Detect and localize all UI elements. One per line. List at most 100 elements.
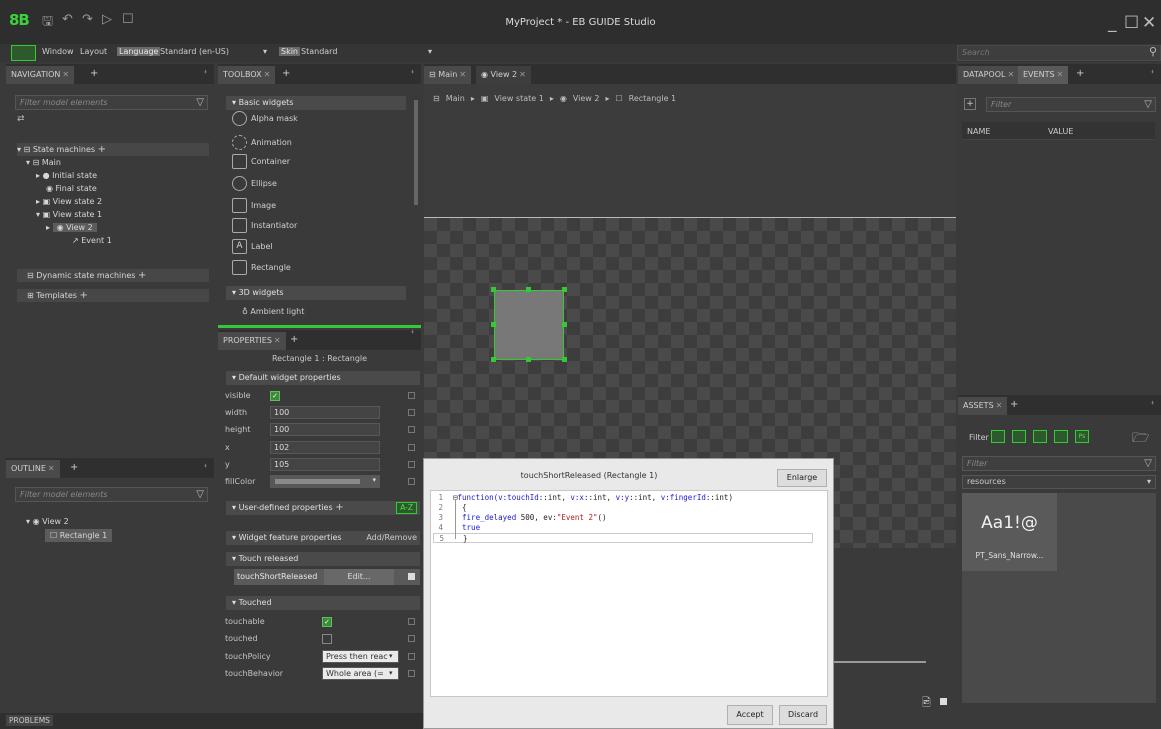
discard-button[interactable]: Discard bbox=[779, 705, 827, 725]
binding-checkbox[interactable] bbox=[408, 573, 415, 580]
toolbox-image[interactable]: Image bbox=[232, 196, 276, 216]
resize-handle[interactable] bbox=[562, 322, 567, 327]
filter-icon[interactable]: ▽ bbox=[196, 96, 204, 109]
column-value[interactable]: VALUE bbox=[1048, 127, 1073, 136]
tab-toolbox[interactable]: TOOLBOX ✕ bbox=[218, 66, 276, 84]
tree-view-2[interactable]: ▸ ◉ View 2 bbox=[46, 221, 97, 234]
tab-events[interactable]: EVENTS ✕ bbox=[1018, 66, 1069, 84]
navigation-filter-input[interactable]: Filter model elements ▽ bbox=[15, 95, 208, 110]
breadcrumb-main[interactable]: Main bbox=[446, 94, 465, 103]
filter-icon[interactable]: ▽ bbox=[1144, 98, 1152, 111]
expand-icon[interactable]: ▾ bbox=[17, 145, 21, 154]
section-widget-feature[interactable]: ▾ Widget feature properties Add/Remove bbox=[226, 531, 420, 545]
fillcolor-picker[interactable]: ▾ bbox=[270, 475, 380, 488]
tab-navigation[interactable]: NAVIGATION ✕ bbox=[6, 66, 75, 84]
toolbox-ellipse[interactable]: Ellipse bbox=[232, 174, 277, 194]
close-icon[interactable]: ✕ bbox=[274, 336, 281, 345]
breadcrumb-view-2[interactable]: View 2 bbox=[573, 94, 600, 103]
chevron-down-icon[interactable]: ▾ bbox=[1147, 476, 1151, 488]
binding-checkbox[interactable] bbox=[408, 392, 415, 399]
resize-handle[interactable] bbox=[562, 357, 567, 362]
binding-checkbox[interactable] bbox=[408, 635, 415, 642]
sync-icon[interactable]: ⇄ bbox=[17, 114, 25, 124]
tree-dynamic-state-machines[interactable]: ⊟ Dynamic state machines + bbox=[17, 269, 209, 282]
filter-font-button[interactable] bbox=[1012, 430, 1026, 443]
project-menu-button[interactable] bbox=[11, 45, 36, 61]
section-touched[interactable]: ▾ Touched bbox=[226, 596, 420, 610]
stop-square-icon[interactable] bbox=[940, 698, 947, 705]
resize-handle[interactable] bbox=[491, 357, 496, 362]
window-menu[interactable]: Window bbox=[42, 47, 74, 56]
close-icon[interactable]: ✕ bbox=[264, 70, 271, 79]
binding-checkbox[interactable] bbox=[408, 444, 415, 451]
binding-checkbox[interactable] bbox=[408, 461, 415, 468]
outline-filter-input[interactable]: Filter model elements ▽ bbox=[15, 487, 208, 502]
tree-event-1[interactable]: ↗ Event 1 bbox=[72, 234, 112, 247]
pin-icon[interactable]: ⍖ bbox=[1150, 398, 1155, 408]
add-tab-icon[interactable]: + bbox=[90, 68, 98, 79]
add-tab-icon[interactable]: + bbox=[70, 462, 78, 473]
filter-mesh-button[interactable] bbox=[1033, 430, 1047, 443]
height-input[interactable]: 100 bbox=[270, 423, 380, 436]
close-icon[interactable]: ✕ bbox=[1142, 13, 1156, 33]
toolbox-basic-widgets[interactable]: ▾ Basic widgets bbox=[226, 96, 406, 110]
touch-policy-select[interactable]: Press then reac bbox=[322, 650, 399, 663]
tab-outline[interactable]: OUTLINE ✕ bbox=[6, 460, 60, 478]
resize-handle[interactable] bbox=[491, 322, 496, 327]
close-icon[interactable]: ✕ bbox=[459, 70, 466, 79]
accept-button[interactable]: Accept bbox=[727, 705, 773, 725]
section-user-defined[interactable]: ▾ User-defined properties + A-Z bbox=[226, 501, 420, 515]
filter-shader-button[interactable] bbox=[1054, 430, 1068, 443]
tab-main[interactable]: ⊟ Main ✕ bbox=[424, 66, 472, 84]
toolbox-label[interactable]: A Label bbox=[232, 237, 273, 257]
close-icon[interactable]: ✕ bbox=[48, 464, 55, 473]
language-select[interactable]: Standard (en-US) bbox=[160, 47, 229, 56]
add-tab-icon[interactable]: + bbox=[290, 334, 298, 345]
outline-view-2[interactable]: ▾ ◉ View 2 bbox=[26, 515, 69, 528]
add-tab-icon[interactable]: + bbox=[282, 68, 290, 79]
add-tab-icon[interactable]: + bbox=[1010, 399, 1018, 410]
chevron-down-icon[interactable]: ▾ bbox=[372, 475, 376, 486]
filter-icon[interactable]: ▽ bbox=[1144, 457, 1152, 470]
filter-psd-button[interactable]: Ps bbox=[1075, 430, 1089, 443]
skin-select[interactable]: Standard bbox=[301, 47, 337, 56]
visible-checkbox[interactable]: ✓ bbox=[270, 391, 280, 401]
binding-checkbox[interactable] bbox=[408, 653, 415, 660]
close-icon[interactable]: ✕ bbox=[519, 70, 526, 79]
binding-checkbox[interactable] bbox=[408, 478, 415, 485]
close-icon[interactable]: ✕ bbox=[1057, 70, 1064, 79]
tree-initial-state[interactable]: ▸ ● Initial state bbox=[36, 169, 97, 182]
outline-rectangle-1[interactable]: ☐ Rectangle 1 bbox=[45, 529, 113, 542]
scrollbar-horizontal[interactable] bbox=[834, 661, 926, 663]
y-input[interactable]: 105 bbox=[270, 458, 380, 471]
toolbox-alpha-mask[interactable]: Alpha mask bbox=[232, 109, 298, 129]
layout-menu[interactable]: Layout bbox=[80, 47, 107, 56]
add-icon[interactable]: + bbox=[335, 502, 343, 513]
resize-handle[interactable] bbox=[491, 287, 496, 292]
toolbox-ambient-light[interactable]: ♁ Ambient light bbox=[242, 302, 304, 322]
expand-icon[interactable]: ▾ bbox=[36, 210, 40, 219]
add-icon[interactable]: + bbox=[98, 144, 106, 155]
section-default-props[interactable]: ▾ Default widget properties bbox=[226, 371, 420, 385]
binding-checkbox[interactable] bbox=[408, 618, 415, 625]
sort-az-button[interactable]: A-Z bbox=[396, 502, 417, 514]
tree-final-state[interactable]: ◉ Final state bbox=[46, 182, 97, 195]
chevron-down-icon[interactable]: ▾ bbox=[428, 47, 432, 56]
tab-properties[interactable]: PROPERTIES ✕ bbox=[218, 332, 286, 350]
assets-filter-input[interactable]: Filter ▽ bbox=[962, 456, 1156, 471]
binding-checkbox[interactable] bbox=[408, 670, 415, 677]
pin-icon[interactable]: ⍖ bbox=[410, 327, 415, 337]
rectangle-1-widget[interactable] bbox=[494, 290, 564, 360]
tree-view-state-1[interactable]: ▾ ▣ View state 1 bbox=[36, 208, 102, 221]
pin-icon[interactable]: ⍖ bbox=[203, 67, 208, 77]
minimize-icon[interactable]: _ bbox=[1108, 13, 1117, 33]
code-editor[interactable]: 1 ⊟function(v:touchId::int, v:x::int, v:y… bbox=[430, 490, 828, 697]
touchable-checkbox[interactable]: ✓ bbox=[322, 617, 332, 627]
expand-icon[interactable]: ▸ bbox=[36, 197, 40, 206]
edit-button[interactable]: Edit... bbox=[324, 569, 394, 585]
add-event-button[interactable]: + bbox=[964, 98, 976, 110]
tree-state-machines[interactable]: ▾ ⊟ State machines + bbox=[17, 143, 209, 156]
binding-checkbox[interactable] bbox=[408, 426, 415, 433]
toolbox-rectangle[interactable]: Rectangle bbox=[232, 258, 291, 278]
maximize-icon[interactable]: ☐ bbox=[1124, 13, 1139, 33]
